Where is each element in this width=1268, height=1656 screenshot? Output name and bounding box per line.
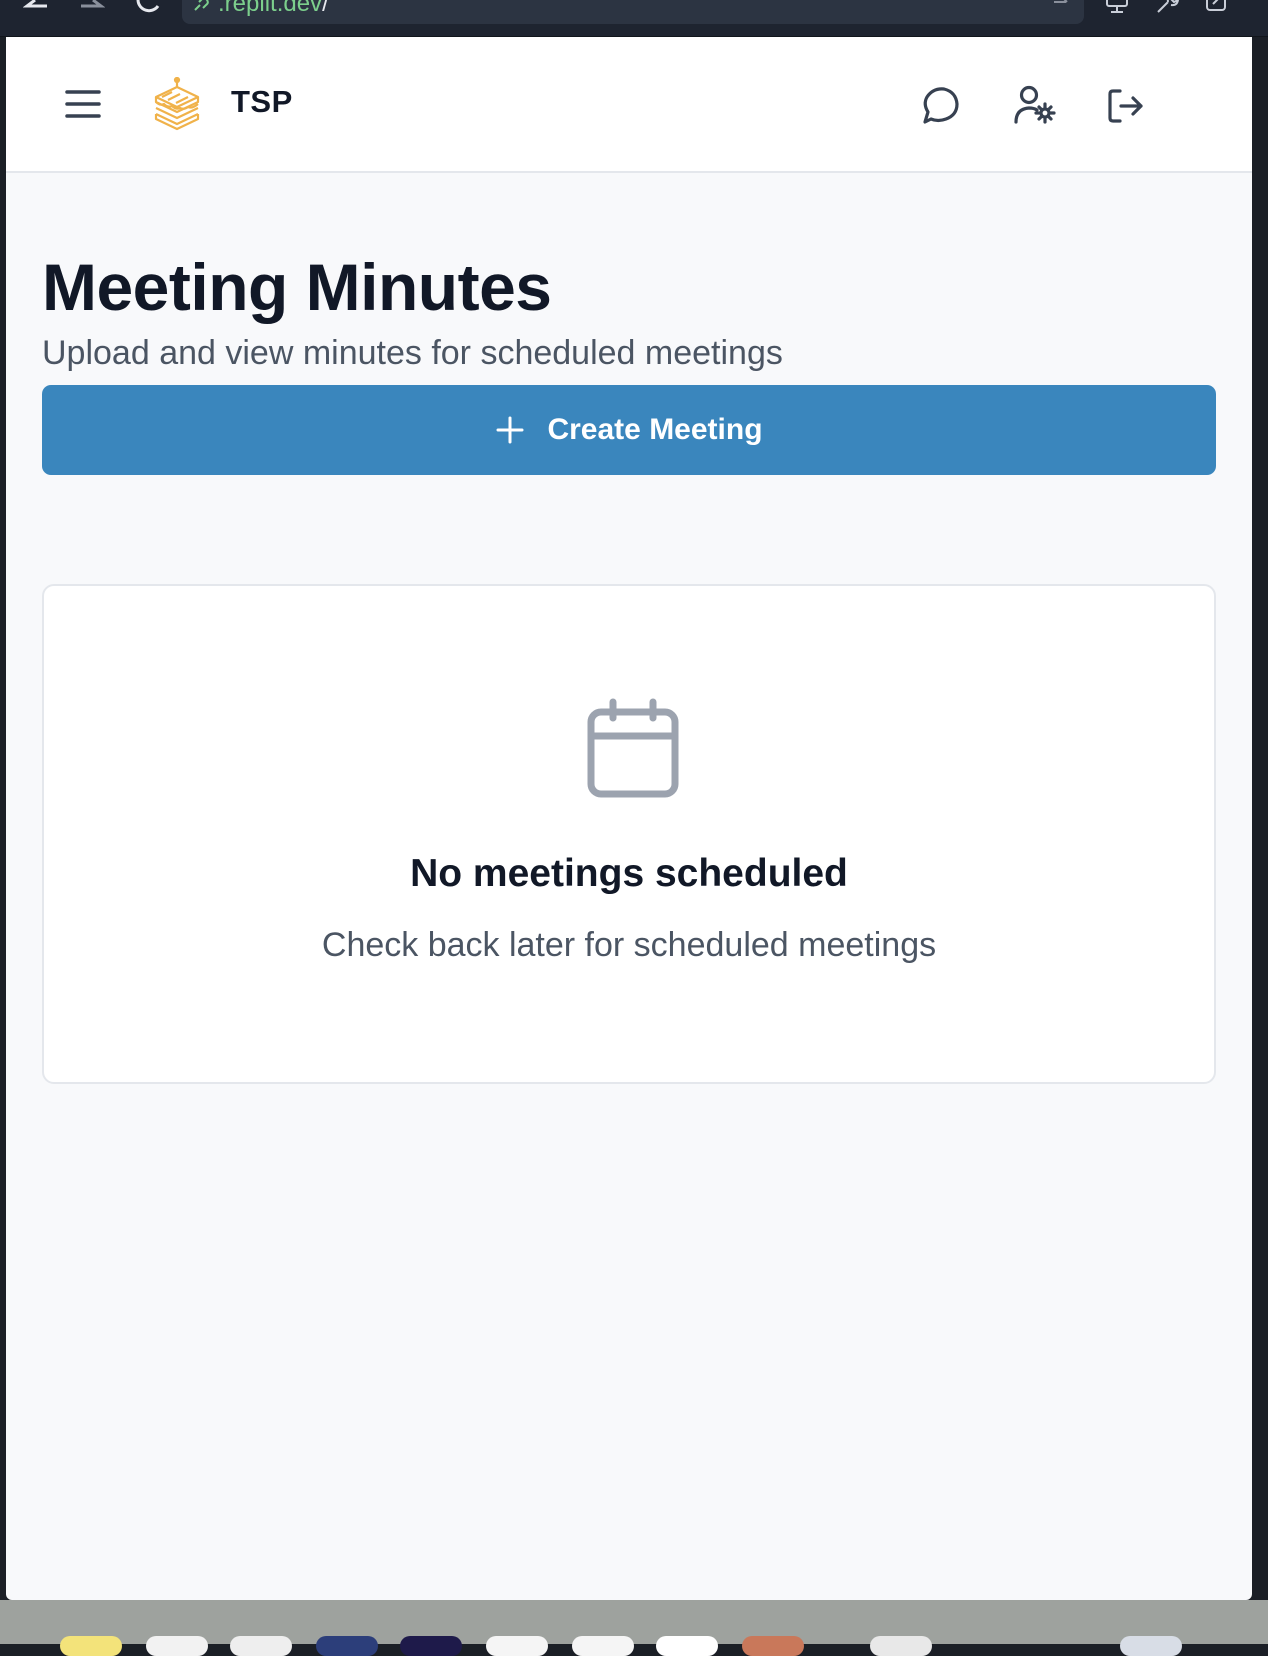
create-meeting-label: Create Meeting	[547, 413, 763, 446]
brand-name: TSP	[231, 84, 293, 119]
sandwich-logo-icon	[154, 77, 200, 131]
empty-state-title: No meetings scheduled	[410, 852, 848, 895]
share-icon[interactable]	[1052, 0, 1070, 10]
dock-app-icon[interactable]	[1120, 1636, 1182, 1656]
link-icon	[194, 0, 209, 11]
user-settings-icon[interactable]	[1012, 84, 1056, 128]
reload-icon[interactable]	[134, 0, 162, 24]
app-viewport: TSP Meeting Minutes Upload and view minu…	[6, 37, 1252, 1600]
chat-icon[interactable]	[918, 84, 962, 128]
browser-toolbar: .replit.dev/	[0, 0, 1268, 37]
dock-app-icon[interactable]	[486, 1636, 548, 1656]
address-bar[interactable]: .replit.dev/	[182, 0, 1084, 24]
back-icon[interactable]	[22, 0, 50, 24]
forward-icon[interactable]	[78, 0, 106, 24]
page-subtitle: Upload and view minutes for scheduled me…	[42, 334, 783, 372]
dock-app-icon[interactable]	[656, 1636, 718, 1656]
desktop-icon[interactable]	[1104, 0, 1130, 14]
plus-icon	[496, 416, 524, 444]
dock	[0, 1600, 1268, 1656]
app-header: TSP	[6, 37, 1252, 173]
empty-state-text: Check back later for scheduled meetings	[321, 926, 937, 964]
create-meeting-button[interactable]: Create Meeting	[42, 385, 1216, 475]
dock-app-icon[interactable]	[742, 1636, 804, 1656]
window-frame	[1252, 37, 1268, 1600]
dock-app-icon[interactable]	[400, 1636, 462, 1656]
menu-icon[interactable]	[64, 87, 102, 121]
dock-app-icon[interactable]	[146, 1636, 208, 1656]
dock-app-icon[interactable]	[60, 1636, 122, 1656]
external-window-icon[interactable]	[1204, 0, 1230, 14]
logout-icon[interactable]	[1104, 84, 1148, 128]
page-title: Meeting Minutes	[42, 250, 552, 324]
dock-app-icon[interactable]	[230, 1636, 292, 1656]
calendar-icon	[587, 698, 679, 798]
dock-app-icon[interactable]	[316, 1636, 378, 1656]
wrench-icon[interactable]	[1154, 0, 1180, 14]
dock-app-icon[interactable]	[870, 1636, 932, 1656]
dock-app-icon[interactable]	[572, 1636, 634, 1656]
url-text: .replit.dev/	[218, 0, 329, 17]
empty-state-card: No meetings scheduled Check back later f…	[42, 584, 1216, 1084]
